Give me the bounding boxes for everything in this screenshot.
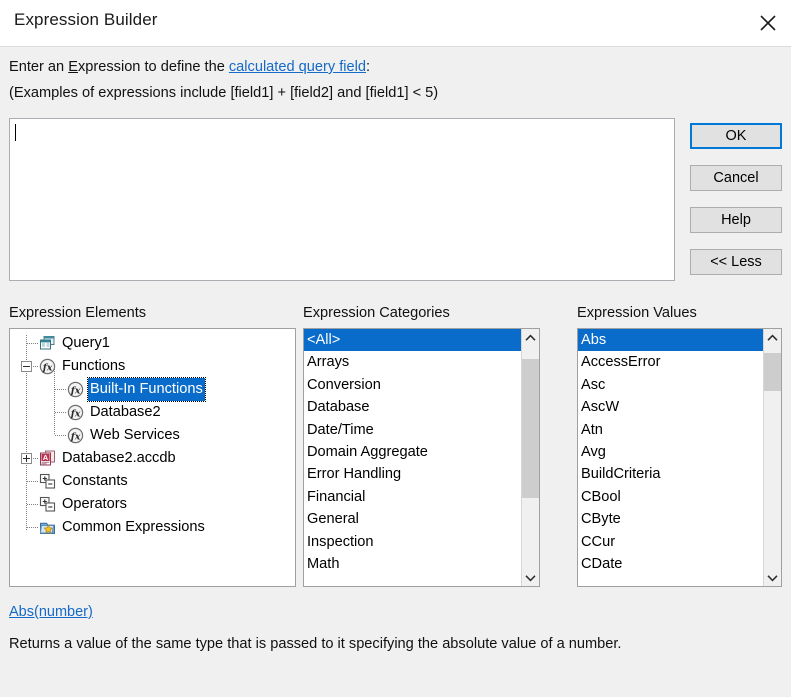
list-item[interactable]: AccessError [578,351,764,373]
expression-elements-tree[interactable]: Query1 fx Functions fx Built-In Functions fx D… [9,328,296,587]
scroll-down-icon[interactable] [522,569,539,586]
function-description: Returns a value of the same type that is… [9,636,622,652]
operators-icon [39,496,56,513]
expression-categories-label: Expression Categories [303,305,450,321]
list-item[interactable]: CDate [578,553,764,575]
close-icon [759,14,777,32]
list-item[interactable]: General [304,508,522,530]
cancel-button[interactable]: Cancel [690,165,782,191]
instruction-middle: xpression to define the [77,59,229,75]
tree-item[interactable]: Common Expressions [10,516,295,539]
function-icon: fx [67,427,84,444]
categories-scrollbar[interactable] [521,329,539,586]
list-item[interactable]: CCur [578,531,764,553]
instruction-accelerator: E [68,59,78,75]
calculated-query-field-link[interactable]: calculated query field [229,59,366,75]
close-button[interactable] [744,0,791,46]
tree-connector [55,412,67,413]
tree-item[interactable]: Operators [10,493,295,516]
scrollbar-thumb[interactable] [522,359,539,498]
scroll-down-icon[interactable] [764,569,781,586]
expression-categories-list[interactable]: <All> Arrays Conversion Database Date/Time Do… [303,328,540,587]
ok-button[interactable]: OK [690,123,782,149]
list-item[interactable]: Asc [578,374,764,396]
tree-connector [27,527,39,528]
access-db-icon: A [39,450,56,467]
list-item[interactable]: Inspection [304,531,522,553]
svg-text:A: A [43,453,49,462]
tree-item[interactable]: fx Web Services [10,424,295,447]
tree-item-label: Database2.accdb [62,450,176,466]
help-button[interactable]: Help [690,207,782,233]
tree-item-label: Operators [62,496,127,512]
svg-text:fx: fx [70,408,81,419]
expression-elements-label: Expression Elements [9,305,147,321]
list-item[interactable]: Database [304,396,522,418]
list-item[interactable]: CBool [578,486,764,508]
expression-input[interactable] [9,118,675,281]
tree-connector [27,504,39,505]
list-item[interactable]: Abs [578,329,764,352]
instruction-line-1: Enter an Expression to define the calcul… [9,59,370,75]
list-item[interactable]: Conversion [304,374,522,396]
query-icon [39,335,56,352]
tree-connector [55,389,67,390]
scrollbar-thumb[interactable] [764,352,781,391]
tree-item[interactable]: fx Functions [10,355,295,378]
tree-item[interactable]: Constants [10,470,295,493]
less-button[interactable]: << Less [690,249,782,275]
window-title: Expression Builder [14,10,158,29]
constants-icon [39,473,56,490]
list-item[interactable]: Atn [578,419,764,441]
function-icon: fx [67,404,84,421]
tree-connector [27,481,39,482]
tree-item[interactable]: fx Built-In Functions [10,377,295,402]
list-item[interactable]: Error Handling [304,463,522,485]
scroll-up-icon[interactable] [522,329,539,346]
instruction-line-2: (Examples of expressions include [field1… [9,85,439,101]
instruction-prefix: Enter an [9,59,69,75]
list-item[interactable]: Math [304,553,522,575]
text-caret [15,124,16,141]
list-item[interactable]: BuildCriteria [578,463,764,485]
scroll-up-icon[interactable] [764,329,781,346]
tree-item-label: Constants [62,473,128,489]
svg-text:fx: fx [70,431,81,442]
common-expr-icon [39,519,56,536]
svg-text:fx: fx [70,385,81,396]
tree-item-label: Web Services [90,427,180,443]
list-item[interactable]: Domain Aggregate [304,441,522,463]
values-scrollbar[interactable] [763,329,781,586]
function-icon: fx [67,381,84,398]
categories-list-body[interactable]: <All> Arrays Conversion Database Date/Time Do… [304,329,522,586]
instruction-suffix: : [365,59,371,75]
tree-item-label: Built-In Functions [87,377,206,402]
tree-item[interactable]: A Database2.accdb [10,447,295,470]
title-bar: Expression Builder [0,0,791,47]
function-signature-link[interactable]: Abs(number) [9,604,93,620]
svg-text:fx: fx [42,362,53,373]
list-item[interactable]: Financial [304,486,522,508]
values-list-body[interactable]: Abs AccessError Asc AscW Atn Avg BuildCriteria… [578,329,764,586]
tree-item[interactable]: fx Database2 [10,401,295,424]
tree-expand-icon[interactable] [21,453,32,464]
tree-item-label: Database2 [90,404,161,420]
list-item[interactable]: AscW [578,396,764,418]
list-item[interactable]: Date/Time [304,419,522,441]
list-item[interactable]: Arrays [304,351,522,373]
expression-values-label: Expression Values [577,305,697,321]
tree-item-label: Query1 [62,335,110,351]
tree-item-label: Common Expressions [62,519,205,535]
tree-connector [55,435,67,436]
list-item[interactable]: <All> [304,329,522,352]
tree-item[interactable]: Query1 [10,332,295,355]
list-item[interactable]: CByte [578,508,764,530]
function-icon: fx [39,358,56,375]
list-item[interactable]: Avg [578,441,764,463]
tree-connector [27,343,39,344]
tree-root: Query1 fx Functions fx Built-In Functions fx D… [10,332,295,539]
tree-item-label: Functions [62,358,126,374]
expression-values-list[interactable]: Abs AccessError Asc AscW Atn Avg BuildCriteria… [577,328,782,587]
tree-collapse-icon[interactable] [21,361,32,372]
